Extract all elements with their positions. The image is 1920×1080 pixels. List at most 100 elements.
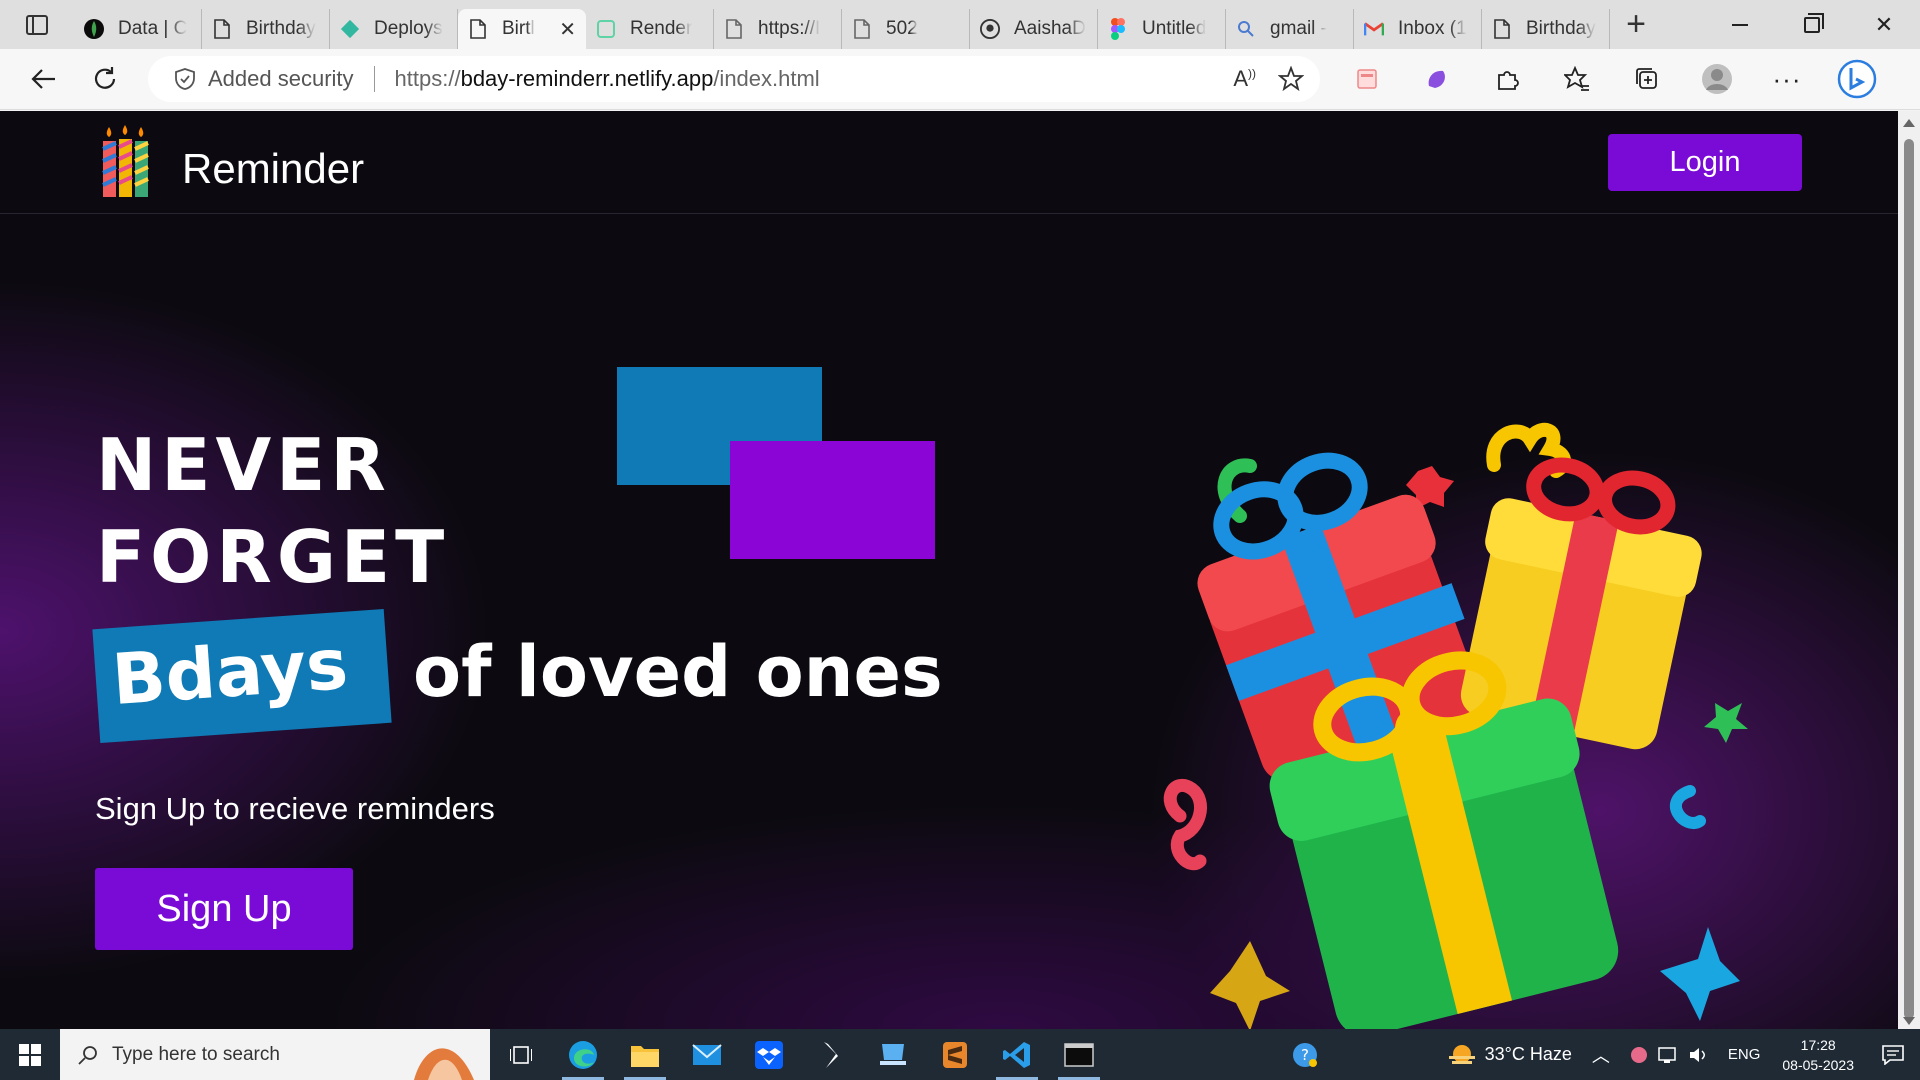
omnibox-actions: A)) — [1233, 66, 1304, 92]
tab[interactable]: 502 — [842, 9, 970, 49]
start-button[interactable] — [0, 1029, 60, 1080]
login-button[interactable]: Login — [1608, 134, 1802, 191]
tab[interactable]: gmail - — [1226, 9, 1354, 49]
puzzle-icon — [1498, 71, 1519, 90]
page-viewport: Reminder Login NEVER FORGET Bdays of lov… — [0, 111, 1898, 1029]
add-favorite-star-icon[interactable] — [1278, 66, 1304, 92]
close-icon: ✕ — [1874, 11, 1894, 37]
extensions-button[interactable] — [1472, 49, 1542, 110]
tab-title: Deploys — [374, 18, 443, 39]
edge-taskbar-button[interactable] — [552, 1029, 614, 1080]
signup-button[interactable]: Sign Up — [95, 868, 353, 950]
tab[interactable]: Birthday — [1482, 9, 1610, 49]
figma-icon — [1108, 18, 1128, 40]
task-view-button[interactable] — [490, 1029, 552, 1080]
shield-check-icon — [175, 68, 195, 90]
notification-icon — [1882, 1044, 1904, 1065]
collections-button[interactable] — [1612, 49, 1682, 110]
clock[interactable]: 17:28 08-05-2023 — [1770, 1035, 1866, 1075]
address-bar[interactable]: Added security https://bday-reminderr.ne… — [148, 56, 1320, 102]
tab-title: Birthday — [246, 18, 316, 39]
show-hidden-icons-button[interactable]: ︿ — [1582, 1042, 1620, 1068]
weather-widget[interactable]: 33°C Haze — [1437, 1043, 1582, 1067]
page-icon — [468, 18, 488, 40]
taskbar-search-box[interactable]: Type here to search — [60, 1029, 490, 1080]
network-icon[interactable] — [1658, 1046, 1678, 1064]
lightning-app-icon — [824, 1041, 838, 1068]
tab[interactable]: Inbox (1 — [1354, 9, 1482, 49]
terminal-button[interactable] — [1048, 1029, 1110, 1080]
tab[interactable]: https://I — [714, 9, 842, 49]
read-aloud-icon[interactable]: A)) — [1233, 66, 1256, 92]
scrollbar-thumb[interactable] — [1904, 139, 1914, 1019]
tray-app-icon[interactable] — [1630, 1046, 1648, 1064]
restore-button[interactable] — [1776, 0, 1848, 49]
tab[interactable]: Deploys — [330, 9, 458, 49]
dropbox-button[interactable] — [738, 1029, 800, 1080]
search-icon — [1236, 18, 1256, 40]
minimize-icon — [1732, 23, 1748, 26]
vscode-icon — [1003, 1041, 1030, 1068]
file-explorer-button[interactable] — [614, 1029, 676, 1080]
browser-toolbar: Added security https://bday-reminderr.ne… — [0, 49, 1920, 110]
tab-title: 502 — [886, 18, 918, 39]
refresh-icon — [94, 67, 116, 89]
mail-icon — [692, 1043, 722, 1065]
sublime-text-button[interactable] — [924, 1029, 986, 1080]
new-tab-button[interactable]: + — [1610, 0, 1662, 49]
refresh-button[interactable] — [74, 49, 136, 110]
notifications-button[interactable] — [1866, 1044, 1920, 1065]
chevron-up-icon: ︿ — [1591, 1045, 1610, 1066]
language-indicator[interactable]: ENG — [1718, 1046, 1771, 1063]
tray-icons — [1620, 1046, 1718, 1064]
security-indicator[interactable]: Added security — [174, 66, 354, 92]
weather-text: 33°C Haze — [1484, 1044, 1572, 1064]
extension-shape-icon — [1428, 70, 1445, 88]
tab-active[interactable]: Birtl ✕ — [458, 9, 586, 49]
extension-page-icon — [1357, 69, 1377, 89]
tab-title: Birtl — [502, 18, 535, 39]
back-button[interactable] — [12, 49, 74, 110]
terminal-icon — [1064, 1042, 1094, 1067]
settings-more-button[interactable]: ··· — [1752, 49, 1822, 110]
decorative-purple-rectangle — [730, 441, 935, 559]
favorites-star-icon — [1564, 66, 1589, 91]
app-button[interactable] — [862, 1029, 924, 1080]
search-highlight-icon — [414, 1048, 474, 1080]
extension-button[interactable] — [1402, 49, 1472, 110]
site-header: Reminder Login — [0, 111, 1898, 214]
extension-button[interactable] — [1332, 49, 1402, 110]
gift-boxes-illustration — [1163, 423, 1748, 1029]
scroll-down-arrow-icon[interactable] — [1903, 1017, 1915, 1025]
tab-title: Render — [630, 18, 693, 39]
tab[interactable]: Data | C — [74, 9, 202, 49]
minimize-button[interactable] — [1704, 0, 1776, 49]
mail-button[interactable] — [676, 1029, 738, 1080]
volume-icon[interactable] — [1688, 1046, 1708, 1064]
edge-icon — [569, 1040, 597, 1069]
help-button[interactable]: ? — [1281, 1041, 1329, 1069]
bing-chat-button[interactable] — [1822, 49, 1892, 110]
tab[interactable]: Render — [586, 9, 714, 49]
task-view-icon — [510, 1045, 532, 1064]
url-text[interactable]: https://bday-reminderr.netlify.app/index… — [395, 66, 820, 92]
folder-icon — [631, 1045, 659, 1067]
scroll-up-arrow-icon[interactable] — [1903, 119, 1915, 127]
tab-title: Data | C — [118, 18, 188, 39]
app-button[interactable] — [800, 1029, 862, 1080]
gmail-icon — [1364, 18, 1384, 40]
vscode-button[interactable] — [986, 1029, 1048, 1080]
tab-actions-icon — [26, 14, 48, 35]
tab[interactable]: Untitled — [1098, 9, 1226, 49]
profile-button[interactable] — [1682, 49, 1752, 110]
page-scrollbar[interactable] — [1898, 111, 1920, 1029]
tab-title: AaishaD — [1014, 18, 1086, 39]
close-tab-icon[interactable]: ✕ — [559, 17, 576, 42]
tab[interactable]: AaishaD — [970, 9, 1098, 49]
page-icon — [1492, 18, 1512, 40]
close-window-button[interactable]: ✕ — [1848, 0, 1920, 49]
tab-title: https://I — [758, 18, 821, 39]
favorites-button[interactable] — [1542, 49, 1612, 110]
tab[interactable]: Birthday — [202, 9, 330, 49]
tab-actions-button[interactable] — [0, 0, 74, 49]
